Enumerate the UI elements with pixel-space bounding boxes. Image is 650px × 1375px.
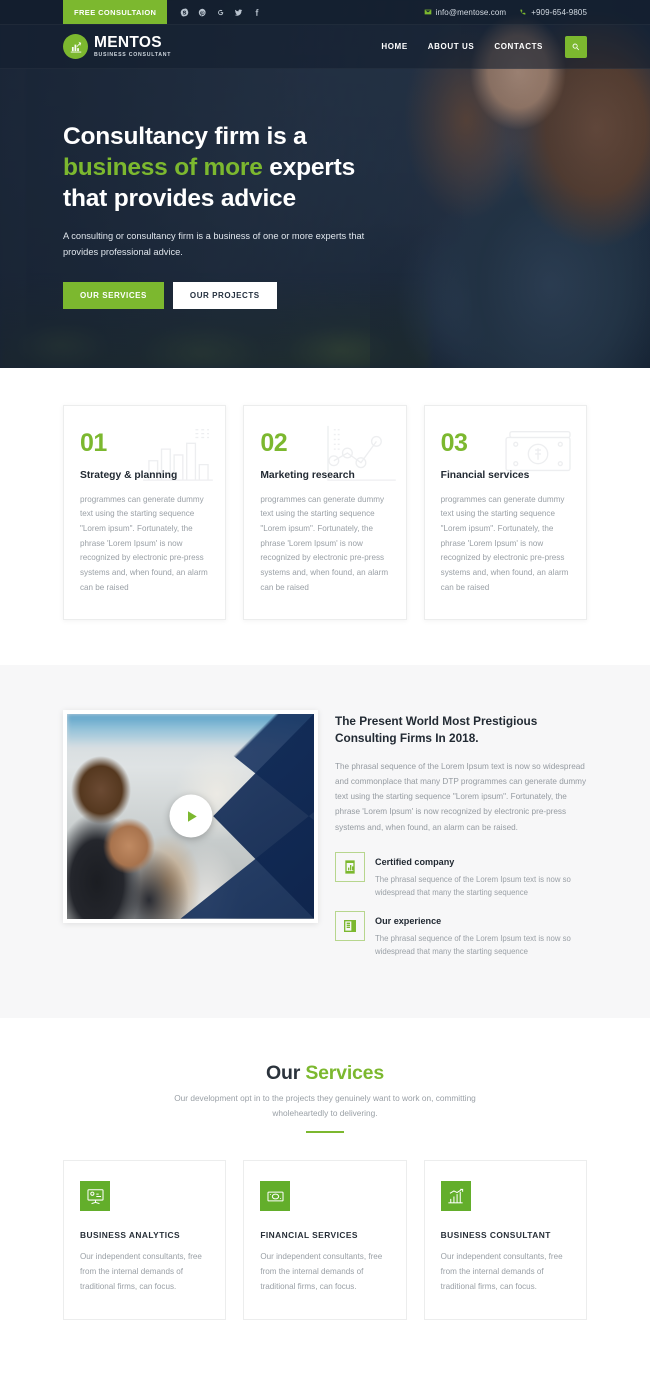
certificate-chart-icon	[335, 851, 365, 882]
feature-number: 03	[440, 429, 468, 457]
growth-bar-chart-icon	[440, 1181, 471, 1212]
feature-text: programmes can generate dummy text using…	[440, 494, 569, 592]
feature-card[interactable]: 03 Financial services programmes can gen…	[423, 405, 587, 620]
feature-text: programmes can generate dummy text using…	[260, 494, 389, 592]
free-consultation-button[interactable]: FREE CONSULTAION	[63, 0, 168, 24]
services-section: Our Services Our development opt in to t…	[0, 1018, 650, 1375]
section-subtitle: Our development opt in to the projects t…	[174, 1093, 476, 1118]
hero-title: Consultancy firm is a business of more e…	[63, 122, 420, 215]
brand-tagline: BUSINESS CONSULTANT	[94, 51, 172, 58]
chart-growth-icon	[63, 34, 88, 59]
section-divider	[306, 1130, 344, 1134]
presentation-analytics-icon	[80, 1181, 110, 1212]
feature-title: Strategy & planning	[80, 470, 178, 481]
hero-section: FREE CONSULTAION info@mentose.com +909-6…	[0, 0, 650, 368]
nav-item-about-us[interactable]: ABOUT US	[428, 42, 475, 51]
contact-phone-text: +909-654-9805	[531, 7, 587, 17]
brand-logo[interactable]: MENTOS BUSINESS CONSULTANT	[63, 34, 171, 59]
section-title: Our Services	[63, 1062, 587, 1085]
feature-card[interactable]: 01 Strategy & planning programmes can ge…	[63, 405, 227, 620]
section-title-plain: Our	[266, 1062, 306, 1085]
service-card[interactable]: FINANCIAL SERVICES Our independent consu…	[243, 1160, 407, 1320]
contact-email[interactable]: info@mentose.com	[424, 8, 507, 17]
pinterest-icon[interactable]	[193, 0, 211, 25]
features-section: 01 Strategy & planning programmes can ge…	[0, 368, 650, 665]
our-services-button[interactable]: OUR SERVICES	[63, 282, 164, 310]
list-item-title: Our experience	[375, 915, 442, 926]
hero-subtitle: A consulting or consultancy firm is a bu…	[63, 230, 365, 257]
hero-title-accent: business of more	[63, 153, 263, 181]
about-text: The phrasal sequence of the Lorem Ipsum …	[335, 761, 587, 832]
nav-item-contacts[interactable]: CONTACTS	[494, 42, 543, 51]
list-item[interactable]: Our experience The phrasal sequence of t…	[335, 910, 587, 959]
play-icon	[188, 810, 197, 822]
section-title-accent: Services	[305, 1062, 384, 1085]
list-item-text: The phrasal sequence of the Lorem Ipsum …	[375, 933, 571, 957]
feature-card[interactable]: 02 Marketing research programmes can gen…	[243, 405, 407, 620]
feature-number: 01	[80, 429, 107, 457]
about-feature-list: Certified company The phrasal sequence o…	[335, 851, 587, 959]
feature-number: 02	[260, 429, 288, 457]
list-item-text: The phrasal sequence of the Lorem Ipsum …	[375, 874, 571, 898]
service-card[interactable]: BUSINESS CONSULTANT Our independent cons…	[423, 1160, 587, 1320]
top-bar: FREE CONSULTAION info@mentose.com +909-6…	[0, 0, 650, 25]
hero-title-line2-rest: experts	[262, 153, 356, 181]
nav-item-home[interactable]: HOME	[381, 42, 407, 51]
search-icon	[572, 43, 580, 50]
video-thumbnail[interactable]	[63, 709, 318, 923]
envelope-icon	[424, 9, 431, 15]
service-title: BUSINESS ANALYTICS	[80, 1230, 181, 1241]
list-item[interactable]: Certified company The phrasal sequence o…	[335, 851, 587, 900]
service-text: Our independent consultants, free from t…	[260, 1252, 383, 1291]
twitter-icon[interactable]	[229, 0, 247, 25]
nav-links: HOME ABOUT US CONTACTS	[381, 35, 587, 58]
about-section: The Present World Most Prestigious Consu…	[0, 664, 650, 1019]
document-list-icon	[335, 910, 365, 941]
hero-content: Consultancy firm is a business of more e…	[0, 69, 420, 310]
contact-phone[interactable]: +909-654-9805	[519, 8, 587, 17]
skype-icon[interactable]	[175, 0, 193, 25]
feature-title: Marketing research	[260, 470, 355, 481]
money-bill-icon	[260, 1181, 291, 1212]
our-projects-button[interactable]: OUR PROJECTS	[172, 282, 277, 310]
google-plus-icon[interactable]	[211, 0, 229, 25]
social-links	[175, 0, 265, 24]
service-card[interactable]: BUSINESS ANALYTICS Our independent consu…	[63, 1160, 227, 1320]
list-item-title: Certified company	[375, 856, 455, 867]
service-text: Our independent consultants, free from t…	[440, 1252, 563, 1291]
facebook-icon[interactable]	[247, 0, 265, 25]
feature-title: Financial services	[440, 470, 530, 481]
hero-title-line1: Consultancy firm is a	[63, 123, 307, 150]
brand-name: MENTOS	[94, 34, 162, 52]
feature-text: programmes can generate dummy text using…	[80, 494, 208, 592]
phone-icon	[520, 9, 526, 15]
service-title: FINANCIAL SERVICES	[260, 1230, 358, 1241]
main-navbar: MENTOS BUSINESS CONSULTANT HOME ABOUT US…	[0, 25, 650, 69]
hero-buttons: OUR SERVICES OUR PROJECTS	[63, 282, 420, 310]
service-title: BUSINESS CONSULTANT	[440, 1230, 551, 1241]
hero-title-line3: that provides advice	[63, 184, 296, 212]
contact-email-text: info@mentose.com	[435, 7, 507, 17]
about-title: The Present World Most Prestigious Consu…	[335, 713, 538, 746]
play-button[interactable]	[169, 794, 212, 838]
service-text: Our independent consultants, free from t…	[80, 1252, 202, 1291]
search-button[interactable]	[565, 35, 587, 58]
